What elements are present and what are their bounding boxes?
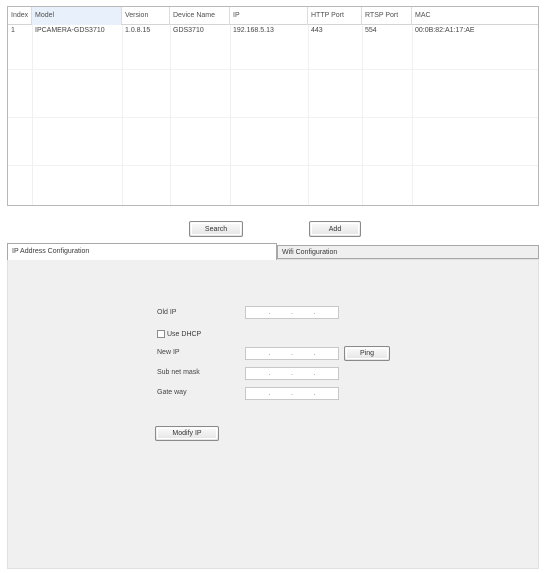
use-dhcp-checkbox[interactable] bbox=[157, 330, 165, 338]
column-header-ip[interactable]: IP bbox=[230, 7, 308, 25]
use-dhcp-option[interactable]: Use DHCP bbox=[157, 328, 201, 340]
use-dhcp-label: Use DHCP bbox=[167, 330, 202, 338]
table-row[interactable]: 1 IPCAMERA-GDS3710 1.0.8.15 GDS3710 192.… bbox=[8, 25, 538, 37]
table-header: Index Model Version Device Name IP HTTP … bbox=[8, 7, 538, 25]
cell-rtsp-port: 554 bbox=[365, 27, 377, 34]
ip-separator: . bbox=[268, 308, 271, 316]
subnet-mask-label: Sub net mask bbox=[157, 369, 200, 376]
ip-separator: . bbox=[291, 349, 293, 357]
cell-device-name: GDS3710 bbox=[173, 27, 204, 34]
cell-index: 1 bbox=[11, 27, 15, 34]
new-ip-field[interactable]: . . . bbox=[245, 347, 339, 360]
gateway-label: Gate way bbox=[157, 389, 187, 396]
cell-ip: 192.168.5.13 bbox=[233, 27, 274, 34]
ip-separator: . bbox=[268, 349, 271, 357]
column-header-model[interactable]: Model bbox=[32, 7, 122, 25]
column-header-device-name[interactable]: Device Name bbox=[170, 7, 230, 25]
cell-model: IPCAMERA-GDS3710 bbox=[35, 27, 105, 34]
ip-separator: . bbox=[313, 389, 316, 397]
ip-separator: . bbox=[268, 389, 271, 397]
tab-ip-address-configuration[interactable]: IP Address Configuration bbox=[7, 243, 277, 260]
ip-separator: . bbox=[291, 369, 293, 377]
ip-separator: . bbox=[291, 389, 293, 397]
column-header-index[interactable]: Index bbox=[8, 7, 32, 25]
modify-ip-button[interactable]: Modify IP bbox=[155, 426, 219, 441]
column-header-rtsp-port[interactable]: RTSP Port bbox=[362, 7, 412, 25]
search-button[interactable]: Search bbox=[189, 221, 243, 237]
cell-mac: 00:0B:82:A1:17:AE bbox=[415, 27, 475, 34]
ip-separator: . bbox=[268, 369, 271, 377]
ip-separator: . bbox=[313, 369, 316, 377]
column-header-version[interactable]: Version bbox=[122, 7, 170, 25]
device-list-table[interactable]: Index Model Version Device Name IP HTTP … bbox=[7, 6, 539, 206]
column-header-http-port[interactable]: HTTP Port bbox=[308, 7, 362, 25]
cell-version: 1.0.8.15 bbox=[125, 27, 151, 34]
ip-separator: . bbox=[313, 308, 316, 316]
subnet-mask-field[interactable]: . . . bbox=[245, 367, 339, 380]
gateway-field[interactable]: . . . bbox=[245, 387, 339, 400]
ip-separator: . bbox=[313, 349, 316, 357]
table-body: 1 IPCAMERA-GDS3710 1.0.8.15 GDS3710 192.… bbox=[8, 25, 538, 205]
ip-separator: . bbox=[291, 308, 293, 316]
ping-button[interactable]: Ping bbox=[344, 346, 390, 361]
add-button[interactable]: Add bbox=[309, 221, 361, 237]
tab-wifi-configuration[interactable]: Wifi Configuration bbox=[277, 245, 539, 259]
old-ip-field[interactable]: . . . bbox=[245, 306, 339, 319]
config-tab-strip: IP Address Configuration Wifi Configurat… bbox=[7, 243, 539, 260]
new-ip-label: New IP bbox=[157, 349, 180, 356]
old-ip-label: Old IP bbox=[157, 309, 177, 316]
column-header-mac[interactable]: MAC bbox=[412, 7, 538, 25]
cell-http-port: 443 bbox=[311, 27, 323, 34]
